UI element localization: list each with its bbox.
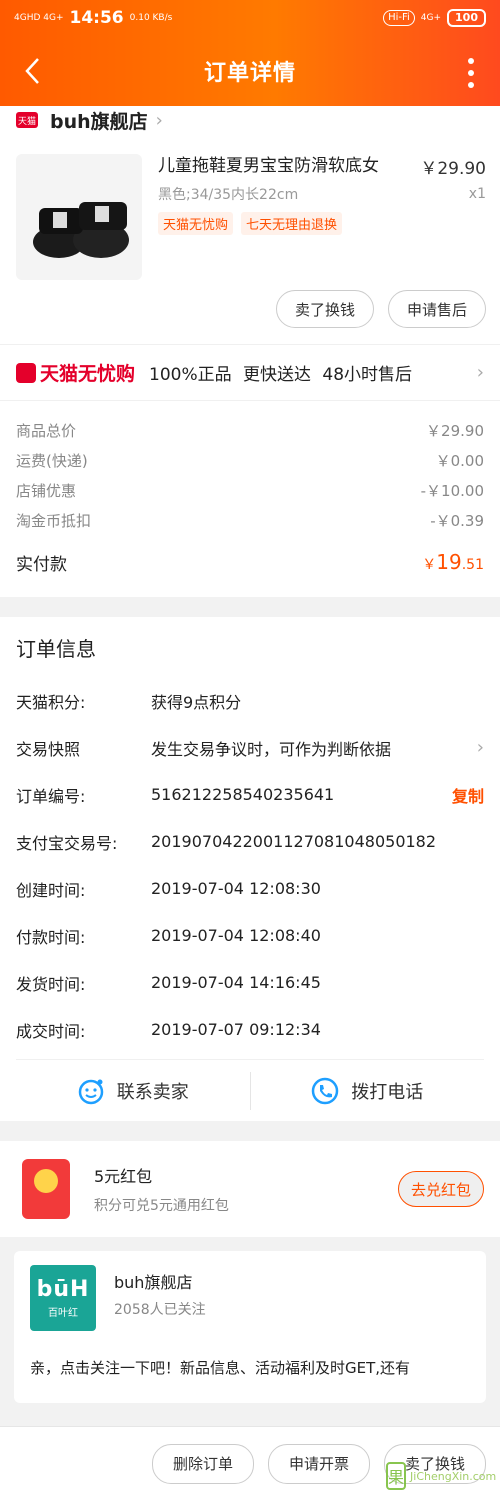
redeem-red-packet-button[interactable]: 去兑红包 [397,1171,484,1207]
fee-label: 运费(快递) [16,451,88,470]
product-quantity: x1 [468,186,486,202]
chevron-right-icon: › [155,109,163,131]
chevron-right-icon: › [476,737,484,758]
fee-breakdown: 商品总价 ￥29.90 运费(快递) ￥0.00 店铺优惠 -￥10.00 淘金… [0,400,500,597]
call-phone-label: 拨打电话 [351,1081,424,1103]
info-row-snapshot[interactable]: 交易快照 发生交易争议时，可作为判断依据 › [16,724,484,771]
page-title: 订单详情 [203,61,296,86]
network-speed: 0.10 KB/s [129,13,173,23]
watermark-logo-icon: 果 [386,1462,407,1490]
contact-bar: 联系卖家 拨打电话 [16,1059,484,1121]
shield-icon [16,362,36,383]
contact-seller-button[interactable]: 联系卖家 [16,1077,250,1105]
contact-seller-label: 联系卖家 [116,1081,189,1103]
shop-name[interactable]: buh旗舰店 [50,107,148,134]
product-item[interactable]: 儿童拖鞋夏男宝宝防滑软底女 黑色;34/35内长22cm 天猫无忧购 七天无理由… [0,134,500,286]
fee-value: ￥29.90 [426,421,484,440]
guarantee-brand: 天猫无忧购 [40,363,136,385]
after-sale-button[interactable]: 申请售后 [387,290,486,328]
red-packet-icon [22,1159,70,1219]
info-row-points: 天猫积分: 获得9点积分 [16,692,242,712]
guarantee-text: 100%正品 更快送达 48小时售后 [149,365,413,385]
copy-order-number-button[interactable]: 复制 [452,783,484,807]
fee-value: ￥0.00 [435,451,484,470]
fee-row: 淘金币抵扣 -￥0.39 [16,505,484,535]
info-row-created: 创建时间: 2019-07-04 12:08:30 [16,879,321,900]
tmall-guarantee-logo: 天猫无忧购 [16,359,135,386]
shop-follow-card[interactable]: būH 百叶红 buh旗舰店 2058人已关注 亲，点击关注一下吧！新品信息、活… [14,1251,486,1403]
chevron-right-icon: › [476,362,484,383]
network-indicator-right: 4G+ [420,13,442,23]
product-spec: 黑色;34/35内长22cm [158,187,299,203]
status-time: 14:56 [69,8,124,28]
total-label: 实付款 [16,554,67,575]
order-item-card: 天猫 buh旗舰店 › 儿童拖鞋夏男宝宝防滑软底女 黑色;34/35内长22cm… [0,106,500,597]
info-row-alipay-number: 支付宝交易号: 2019070422001127081048050182 [16,832,437,853]
fee-value: -￥10.00 [420,481,484,500]
shop-row[interactable]: 天猫 buh旗舰店 › [0,106,500,134]
product-tag: 天猫无忧购 [158,212,234,235]
fee-row: 运费(快递) ￥0.00 [16,445,484,475]
red-packet-title: 5元红包 [94,1167,153,1186]
total-amount: ￥19.51 [422,550,484,574]
fee-label: 商品总价 [16,421,77,440]
info-row-paid: 付款时间: 2019-07-04 12:08:40 [16,926,321,947]
shop-follow-message: 亲，点击关注一下吧！新品信息、活动福利及时GET,还有 [30,1359,411,1377]
bottom-action-bar: 删除订单 申请开票 卖了换钱 果 JiChengXin.com [0,1426,500,1500]
more-menu-icon[interactable] [466,58,476,88]
red-packet-subtitle: 积分可兑5元通用红包 [94,1198,229,1214]
delete-order-button[interactable]: 删除订单 [151,1443,254,1484]
phone-icon [312,1077,339,1104]
fee-label: 店铺优惠 [16,481,77,500]
network-indicator: 4GHD 4G+ [14,13,64,23]
fee-value: -￥0.39 [430,511,484,530]
chat-face-icon [78,1079,103,1104]
shop-logo[interactable]: būH 百叶红 [30,1265,96,1331]
sell-item-button[interactable]: 卖了换钱 [275,290,374,328]
info-row-order-number: 订单编号: 516212258540235641 复制 [16,771,484,818]
fee-row: 商品总价 ￥29.90 [16,415,484,445]
red-packet-row: 5元红包 积分可兑5元通用红包 去兑红包 [0,1141,500,1237]
tmall-guarantee-row[interactable]: 天猫无忧购 100%正品 更快送达 48小时售后 › [0,344,500,400]
product-price: ￥29.90 [420,159,486,179]
call-phone-button[interactable]: 拨打电话 [251,1077,485,1105]
fee-label: 淘金币抵扣 [16,511,92,530]
app-header: 4GHD 4G+ 14:56 0.10 KB/s Hi-Fi 4G+ 100 订… [0,0,500,106]
info-row-completed: 成交时间: 2019-07-07 09:12:34 [16,1020,321,1041]
shop-followers: 2058人已关注 [114,1302,206,1318]
request-invoice-button[interactable]: 申请开票 [267,1443,370,1484]
watermark: 果 JiChengXin.com [386,1458,496,1494]
order-info-title: 订单信息 [16,637,96,661]
order-info-section: 订单信息 天猫积分: 获得9点积分 交易快照 发生交易争议时，可作为判断依据 ›… [0,617,500,1121]
product-tag: 七天无理由退换 [241,212,343,235]
product-thumbnail[interactable] [16,154,142,280]
shop-card-name: buh旗舰店 [114,1273,193,1292]
status-bar: 4GHD 4G+ 14:56 0.10 KB/s Hi-Fi 4G+ 100 [0,0,500,36]
hifi-badge: Hi-Fi [383,10,415,26]
total-paid-row: 实付款 ￥19.51 [16,539,484,585]
tmall-badge-icon: 天猫 [16,112,38,128]
back-arrow-icon[interactable] [22,56,44,86]
battery-icon: 100 [447,9,486,27]
fee-row: 店铺优惠 -￥10.00 [16,475,484,505]
info-row-shipped: 发货时间: 2019-07-04 14:16:45 [16,973,321,994]
